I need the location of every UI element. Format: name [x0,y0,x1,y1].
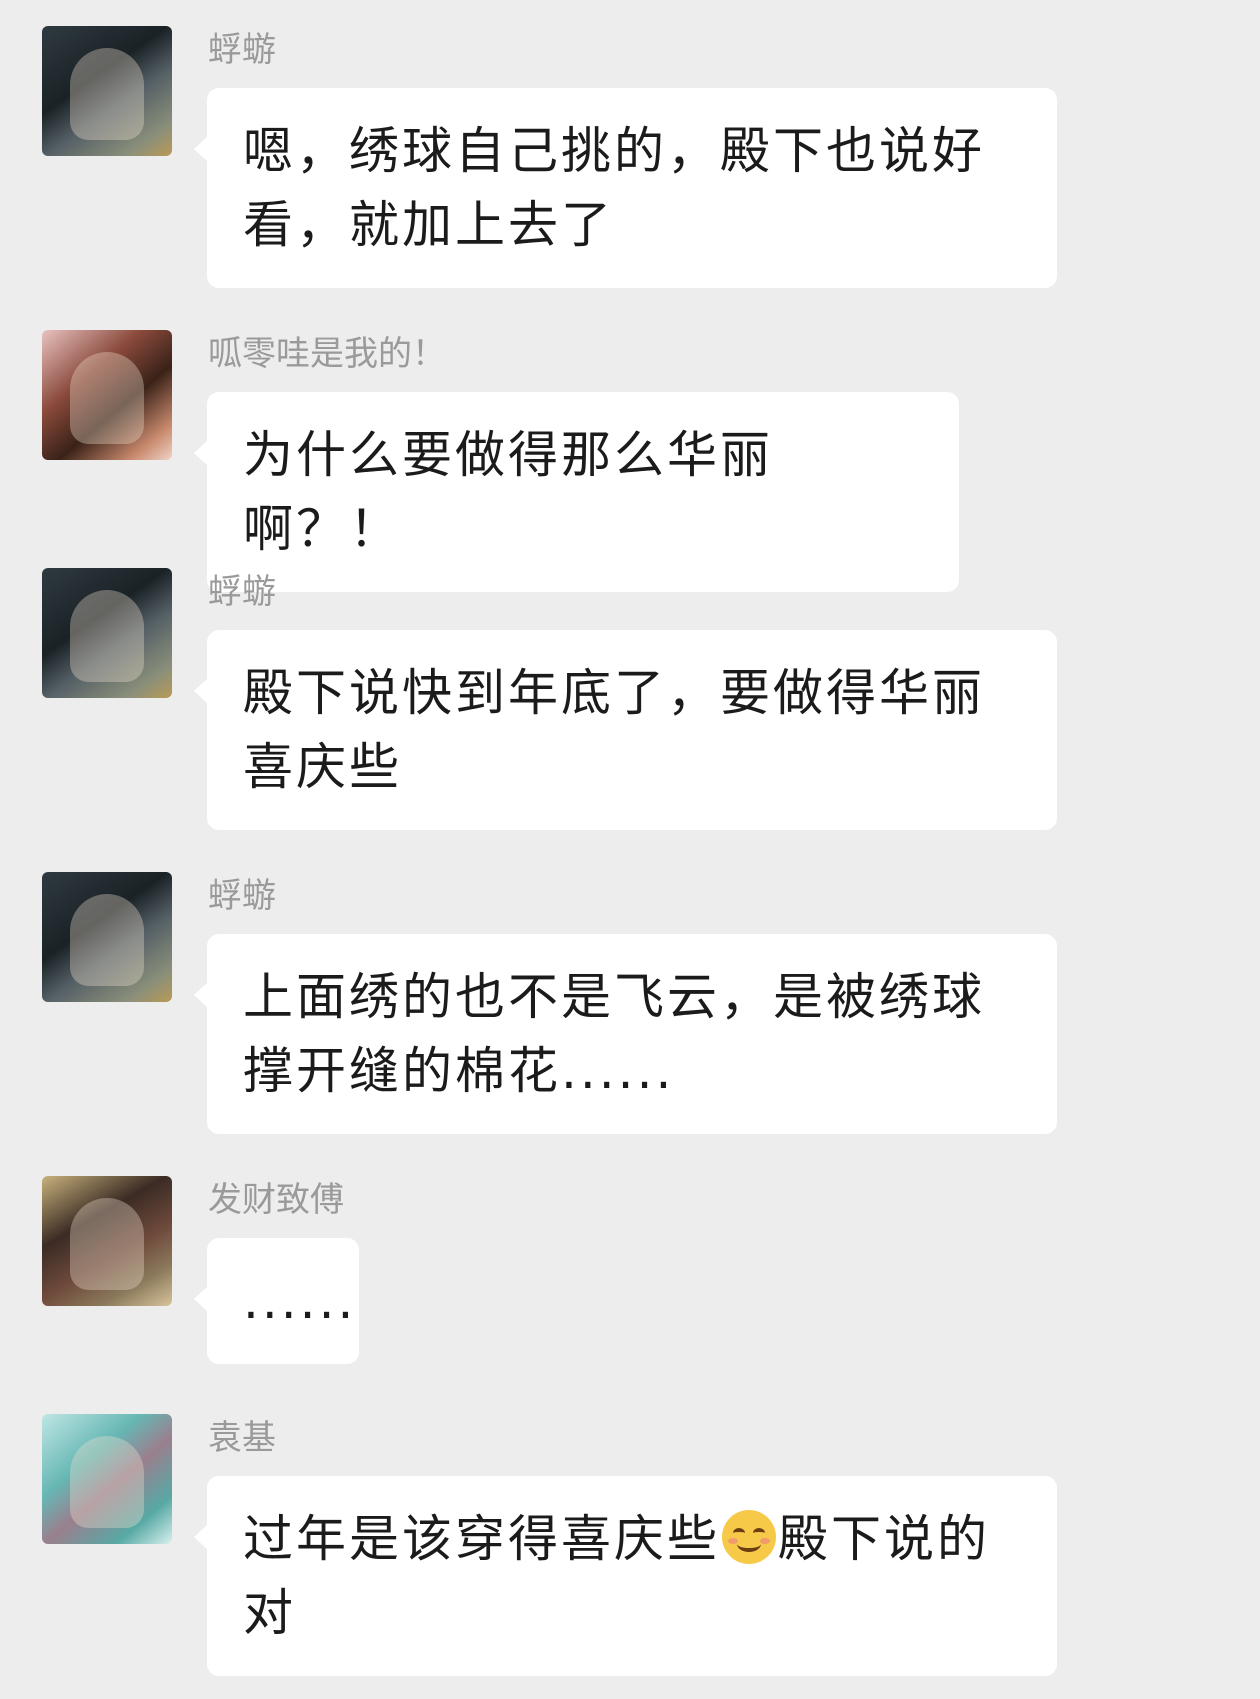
sender-name: 呱零哇是我的！ [208,334,446,374]
avatar-dark-hair-portrait[interactable] [42,872,172,1002]
sender-name: 发财致傅 [208,1180,344,1220]
message-text: 过年是该穿得喜庆些 [243,1510,720,1568]
message-bubble[interactable]: ...... [207,1238,359,1364]
smiling-face-emoji-icon [722,1510,776,1564]
message-bubble[interactable]: 嗯，绣球自己挑的，殿下也说好看，就加上去了 [207,88,1057,288]
avatar-teal-portrait[interactable] [42,1414,172,1544]
sender-name: 蜉蝣 [208,876,276,916]
bubble-tail [194,1286,208,1312]
avatar-dark-hair-portrait[interactable] [42,568,172,698]
message-bubble[interactable]: 殿下说快到年底了，要做得华丽喜庆些 [207,630,1057,830]
message-bubble[interactable]: 上面绣的也不是飞云，是被绣球撑开缝的棉花...... [207,934,1057,1134]
sender-name: 蜉蝣 [208,30,276,70]
message-bubble[interactable]: 为什么要做得那么华丽啊？！ [207,392,959,592]
sender-name: 蜉蝣 [208,572,276,612]
sender-name: 袁基 [208,1418,276,1458]
avatar-dark-hair-portrait[interactable] [42,26,172,156]
avatar-sleeping-portrait[interactable] [42,330,172,460]
bubble-tail [194,1524,208,1550]
bubble-tail [194,440,208,466]
bubble-tail [194,678,208,704]
bubble-tail [194,982,208,1008]
avatar-two-figures-portrait[interactable] [42,1176,172,1306]
bubble-tail [194,136,208,162]
message-bubble[interactable]: 过年是该穿得喜庆些 殿下说的对 [207,1476,1057,1676]
